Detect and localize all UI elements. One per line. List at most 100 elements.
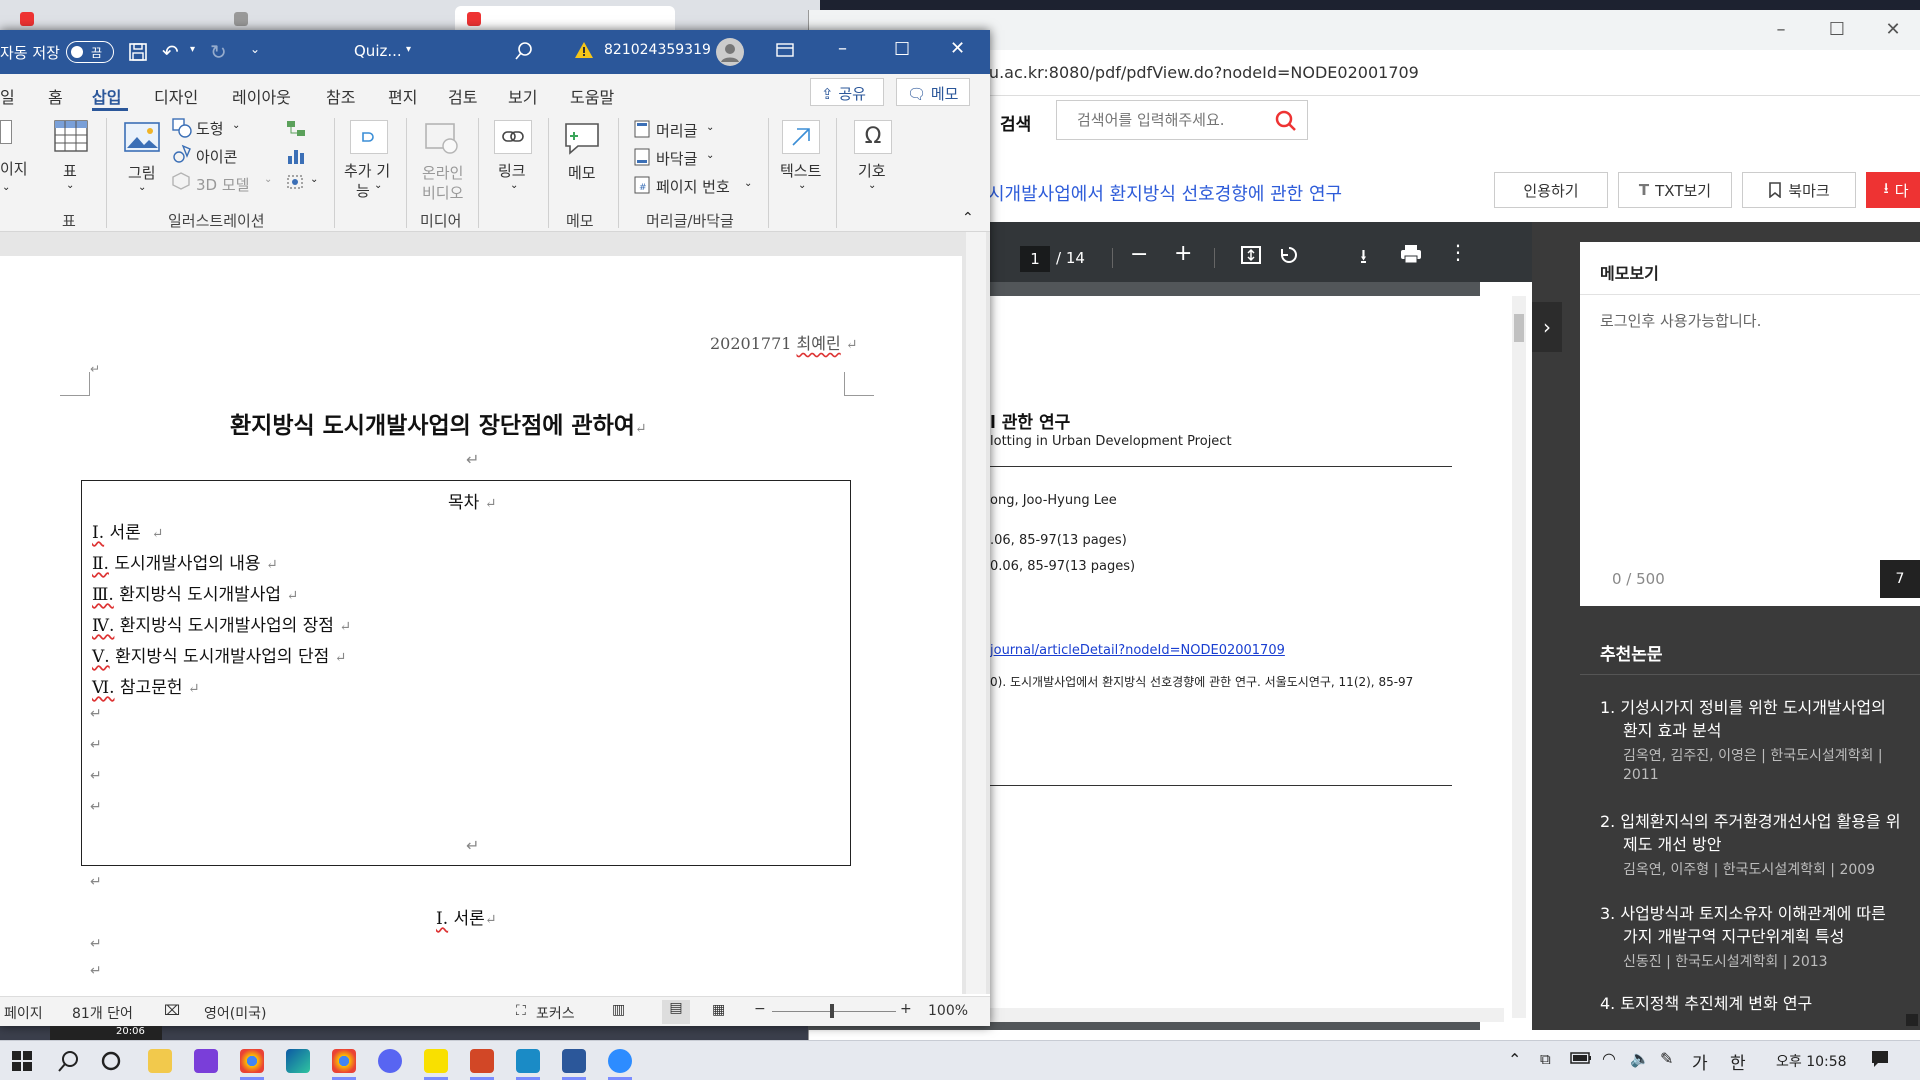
chevron-down-icon[interactable]: ⌄ xyxy=(232,120,240,131)
print-icon[interactable] xyxy=(1400,244,1422,264)
shapes-icon[interactable] xyxy=(172,118,192,138)
tab-layout[interactable]: 레이아웃 xyxy=(232,84,291,108)
edge-icon[interactable] xyxy=(286,1049,310,1073)
zoom-in-icon[interactable]: + xyxy=(900,1001,912,1017)
search-icon[interactable] xyxy=(514,41,534,61)
rotate-icon[interactable] xyxy=(1278,244,1300,266)
chevron-down-icon[interactable]: ⌄ xyxy=(310,174,318,185)
pen-icon[interactable]: ✎ xyxy=(1660,1049,1673,1068)
visual-studio-icon[interactable] xyxy=(194,1049,218,1073)
windows-start-icon[interactable] xyxy=(12,1051,32,1071)
bookmark-button[interactable]: 북마크 xyxy=(1742,172,1856,208)
chevron-down-icon[interactable]: ⌄ xyxy=(706,122,714,133)
cortana-icon[interactable] xyxy=(100,1050,122,1072)
page-number-button-label[interactable]: 페이지 번호 xyxy=(656,176,730,197)
chrome-icon[interactable] xyxy=(240,1049,264,1073)
close-button[interactable]: ✕ xyxy=(1865,10,1920,50)
document-name[interactable]: Quiz... xyxy=(354,42,402,60)
add-ins-label-2[interactable]: 능 xyxy=(356,180,370,201)
ribbon-display-icon[interactable] xyxy=(776,42,794,58)
share-button[interactable]: ⇪ 공유 xyxy=(810,78,884,106)
pages-button-label[interactable]: 이지 xyxy=(0,158,28,179)
link-icon[interactable] xyxy=(494,120,532,154)
tab-view[interactable]: 보기 xyxy=(508,84,537,108)
smartart-icon[interactable] xyxy=(286,120,306,138)
chevron-down-icon[interactable]: ⌄ xyxy=(868,180,876,191)
link-button-label[interactable]: 링크 xyxy=(498,160,526,181)
undo-dropdown-icon[interactable]: ▾ xyxy=(190,44,195,55)
save-icon[interactable] xyxy=(128,42,148,62)
tab-help[interactable]: 도움말 xyxy=(570,84,614,108)
comments-button[interactable]: 🗨 메모 xyxy=(896,78,970,106)
tab-mailings[interactable]: 편지 xyxy=(388,84,417,108)
background-tab[interactable] xyxy=(222,6,422,32)
chart-icon[interactable] xyxy=(286,146,306,166)
document-scrollbar[interactable] xyxy=(966,232,986,994)
background-tab[interactable] xyxy=(8,6,208,32)
recommend-item-1-line2[interactable]: 환지 효과 분석 xyxy=(1623,717,1722,741)
background-tab[interactable] xyxy=(455,6,675,32)
recommend-item-1[interactable]: 1. 기성시가지 정비를 위한 도시개발사업의 xyxy=(1600,694,1886,718)
fit-page-icon[interactable] xyxy=(1240,244,1262,266)
chevron-down-icon[interactable]: ⌄ xyxy=(2,182,10,193)
volume-icon[interactable]: 🔈 xyxy=(1630,1049,1650,1068)
avatar[interactable] xyxy=(716,38,744,66)
footer-button-label[interactable]: 바닥글 xyxy=(656,148,697,169)
pdf-download-icon[interactable]: ⭳ xyxy=(1360,242,1367,276)
txt-view-button[interactable]: T TXT보기 xyxy=(1618,172,1732,208)
picture-icon[interactable] xyxy=(124,122,160,152)
discord-icon[interactable] xyxy=(378,1049,402,1073)
meet-now-icon[interactable]: ⧉ xyxy=(1540,1050,1551,1068)
collapse-ribbon-chevron-up-icon[interactable]: ⌃ xyxy=(962,210,974,226)
zoom-out-icon[interactable]: − xyxy=(1130,242,1148,267)
memo-save-button[interactable]: 7 xyxy=(1880,560,1920,598)
status-page[interactable]: 페이지 xyxy=(4,1003,43,1023)
recommend-item-3[interactable]: 3. 사업방식과 토지소유자 이해관계에 따른 xyxy=(1600,900,1886,924)
recommend-item-4[interactable]: 4. 토지정책 추진체계 변화 연구 xyxy=(1600,990,1812,1014)
minimize-button[interactable]: – xyxy=(1753,10,1809,50)
symbols-button-label[interactable]: 기호 xyxy=(858,160,886,181)
ime-language[interactable]: 가 xyxy=(1692,1049,1708,1074)
notification-icon[interactable] xyxy=(1870,1049,1890,1069)
print-layout-icon[interactable]: ▤ xyxy=(662,1000,690,1024)
tab-references[interactable]: 참조 xyxy=(326,84,355,108)
chevron-down-icon[interactable]: ⌄ xyxy=(744,178,752,189)
chevron-down-icon[interactable]: ⌄ xyxy=(374,180,382,191)
text-box-icon[interactable] xyxy=(782,120,820,154)
text-button-label[interactable]: 텍스트 xyxy=(780,160,821,181)
tab-insert[interactable]: 삽입 xyxy=(92,84,121,108)
kakaotalk-icon[interactable] xyxy=(424,1049,448,1073)
proofing-icon[interactable]: ⌧ xyxy=(164,1003,180,1019)
file-explorer-icon[interactable] xyxy=(148,1049,172,1073)
status-word-count[interactable]: 81개 단어 xyxy=(72,1003,133,1023)
chevron-down-icon[interactable]: ⌄ xyxy=(706,150,714,161)
search-icon[interactable] xyxy=(1275,110,1297,132)
page-icon[interactable] xyxy=(0,120,12,144)
autosave-toggle[interactable]: 끔 xyxy=(66,41,114,63)
focus-mode-label[interactable]: 포커스 xyxy=(536,1003,575,1023)
zoom-level[interactable]: 100% xyxy=(928,1003,968,1019)
close-button[interactable]: ✕ xyxy=(950,38,965,59)
header-button-label[interactable]: 머리글 xyxy=(656,120,697,141)
battery-icon[interactable] xyxy=(1570,1051,1592,1065)
recommend-item-2[interactable]: 2. 입체환지식의 주거환경개선사업 활용을 위 xyxy=(1600,808,1901,832)
tab-home[interactable]: 홈 xyxy=(48,84,63,108)
memo-placeholder[interactable]: 로그인후 사용가능합니다. xyxy=(1600,310,1761,331)
zoom-in-icon[interactable]: + xyxy=(1174,241,1192,266)
web-layout-icon[interactable]: ▦ xyxy=(712,1002,725,1018)
tab-design[interactable]: 디자인 xyxy=(154,84,198,108)
cite-button[interactable]: 인용하기 xyxy=(1494,172,1608,208)
undo-icon[interactable]: ↶ xyxy=(162,40,179,64)
shapes-button-label[interactable]: 도형 xyxy=(196,118,224,139)
read-mode-icon[interactable]: ▥ xyxy=(612,1002,625,1018)
zoom-slider-thumb[interactable] xyxy=(830,1004,834,1018)
download-button[interactable]: ⭳ 다 xyxy=(1866,172,1920,208)
recommend-item-2-line2[interactable]: 제도 개선 방안 xyxy=(1623,831,1722,855)
pdf-link[interactable]: journal/articleDetail?nodeId=NODE0200170… xyxy=(990,643,1285,658)
word-icon[interactable] xyxy=(562,1049,586,1073)
hwp-icon[interactable] xyxy=(516,1049,540,1073)
icons-button-label[interactable]: 아이콘 xyxy=(196,146,237,167)
minimize-button[interactable]: – xyxy=(838,38,847,59)
ime-mode[interactable]: 한 xyxy=(1730,1049,1746,1074)
table-button-label[interactable]: 표 xyxy=(63,160,77,181)
